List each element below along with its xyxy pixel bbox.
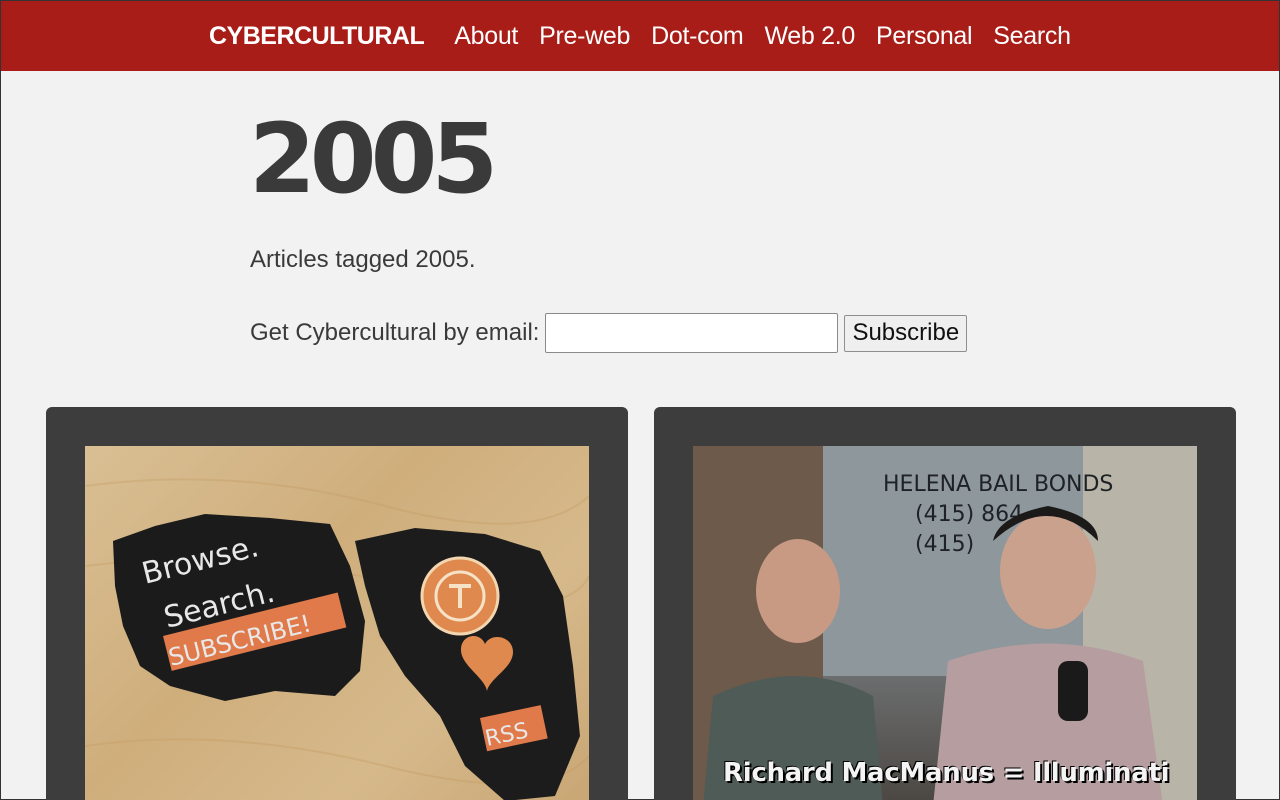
subscribe-button[interactable]: Subscribe bbox=[844, 314, 968, 352]
subscribe-form: Get Cybercultural by email: Subscribe bbox=[250, 313, 968, 353]
tag-description: Articles tagged 2005. bbox=[250, 246, 476, 273]
video-still-illustration: HELENA BAIL BONDS (415) 864 (415) bbox=[693, 446, 1197, 800]
video-caption: Richard MacManus = Illuminati bbox=[723, 758, 1170, 788]
page-title: 2005 bbox=[249, 103, 498, 215]
nav-personal[interactable]: Personal bbox=[876, 22, 973, 51]
article-thumbnail[interactable]: Browse. Search. SUBSCRIBE! RSS bbox=[85, 446, 589, 800]
image-text-sign: HELENA BAIL BONDS bbox=[883, 472, 1113, 497]
article-thumbnail[interactable]: HELENA BAIL BONDS (415) 864 (415) Richar… bbox=[693, 446, 1197, 800]
nav-search[interactable]: Search bbox=[993, 22, 1071, 51]
article-card[interactable]: Browse. Search. SUBSCRIBE! RSS bbox=[46, 407, 628, 800]
nav-web-2-0[interactable]: Web 2.0 bbox=[764, 22, 855, 51]
patches-illustration: Browse. Search. SUBSCRIBE! RSS bbox=[85, 478, 589, 800]
main-nav: About Pre-web Dot-com Web 2.0 Personal S… bbox=[454, 22, 1071, 51]
nav-about[interactable]: About bbox=[454, 22, 518, 51]
nav-pre-web[interactable]: Pre-web bbox=[539, 22, 630, 51]
email-field[interactable] bbox=[545, 313, 839, 353]
nav-dot-com[interactable]: Dot-com bbox=[651, 22, 744, 51]
image-text-phone-2: (415) bbox=[915, 532, 974, 557]
article-card[interactable]: HELENA BAIL BONDS (415) 864 (415) Richar… bbox=[654, 407, 1236, 800]
site-logo-link[interactable]: CYBERCULTURAL bbox=[209, 22, 425, 51]
subscribe-label: Get Cybercultural by email: bbox=[250, 319, 540, 346]
site-header: CYBERCULTURAL About Pre-web Dot-com Web … bbox=[1, 1, 1279, 71]
